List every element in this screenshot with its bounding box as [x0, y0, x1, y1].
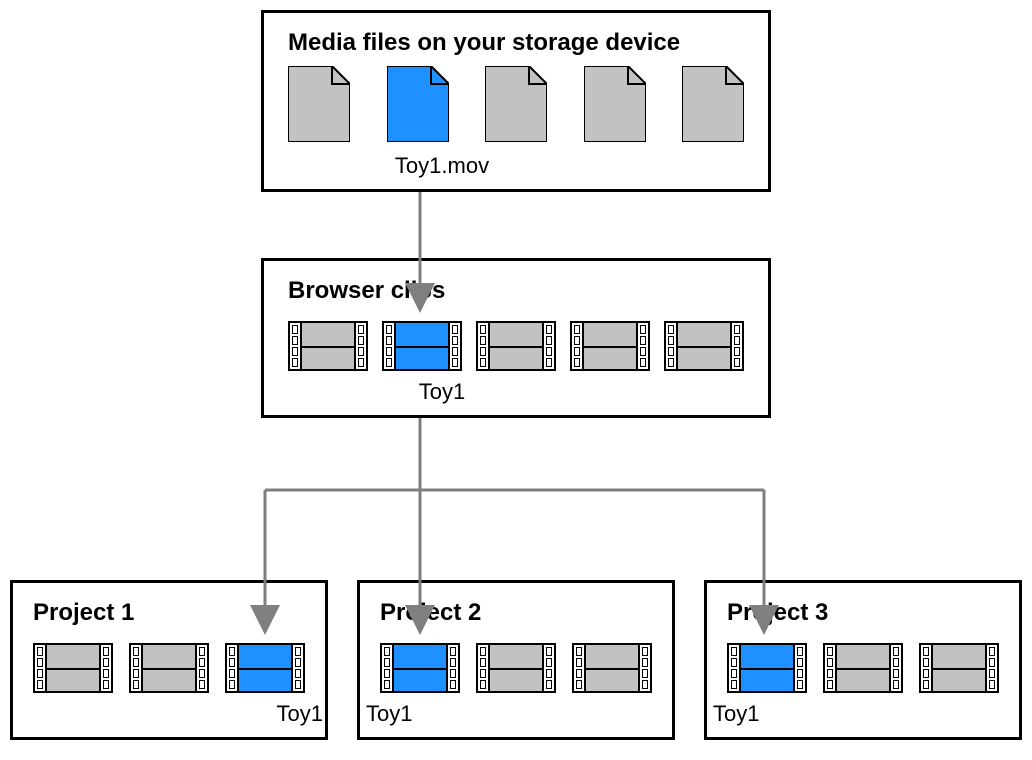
film-icon: [823, 643, 903, 693]
project-clips-row: [380, 643, 652, 693]
film-icon: [919, 643, 999, 693]
project-clips-row: [727, 643, 999, 693]
project-title: Project 2: [380, 599, 652, 627]
project-clips-row: [33, 643, 305, 693]
browser-clip-label: Toy1: [392, 379, 492, 405]
project-clip-label: Toy1: [713, 701, 813, 727]
project-clip-label: Toy1: [366, 701, 466, 727]
project-title: Project 1: [33, 599, 305, 627]
browser-clips-box: Browser clips: [261, 258, 771, 418]
media-files-row: [288, 71, 744, 147]
browser-clips-row: [288, 321, 744, 371]
media-file-label: Toy1.mov: [392, 153, 492, 179]
film-icon: [129, 643, 209, 693]
file-icon: [485, 66, 547, 147]
film-icon: [664, 321, 744, 371]
file-icon: [584, 66, 646, 147]
film-icon: [288, 321, 368, 371]
media-files-title: Media files on your storage device: [288, 29, 744, 57]
project-clip-label: Toy1: [223, 701, 323, 727]
film-icon: [727, 643, 807, 693]
film-icon: [572, 643, 652, 693]
film-icon: [382, 321, 462, 371]
project-box-1: Project 1 Toy1: [10, 580, 328, 740]
file-icon: [682, 66, 744, 147]
project-box-3: Project 3 Toy1: [704, 580, 1022, 740]
project-box-2: Project 2 Toy1: [357, 580, 675, 740]
diagram-stage: Media files on your storage device Toy1.…: [0, 0, 1032, 760]
project-title: Project 3: [727, 599, 999, 627]
media-files-box: Media files on your storage device Toy1.…: [261, 10, 771, 192]
film-icon: [570, 321, 650, 371]
film-icon: [225, 643, 305, 693]
film-icon: [476, 643, 556, 693]
file-icon: [387, 66, 449, 147]
film-icon: [476, 321, 556, 371]
film-icon: [380, 643, 460, 693]
film-icon: [33, 643, 113, 693]
browser-clips-title: Browser clips: [288, 277, 744, 305]
file-icon: [288, 66, 350, 147]
